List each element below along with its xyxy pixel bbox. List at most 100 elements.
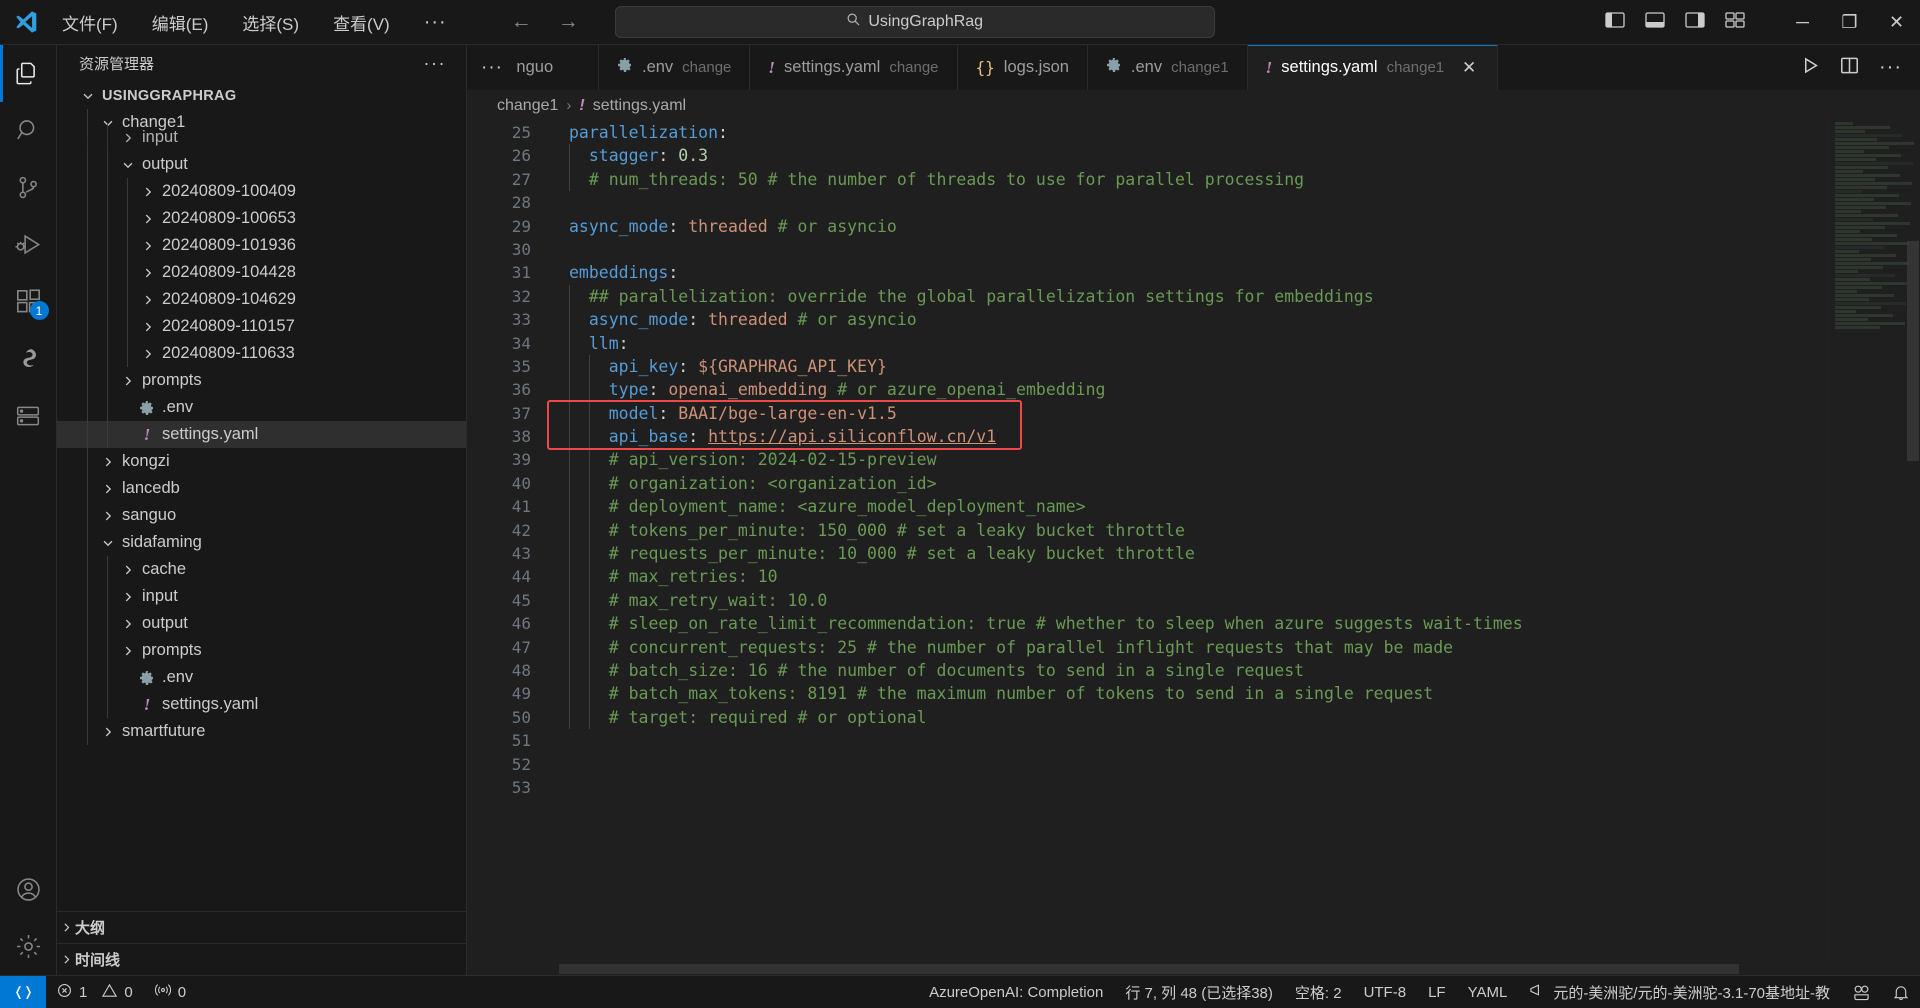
tree-item-20240809-101936[interactable]: 20240809-101936 <box>57 232 466 259</box>
language-mode-status[interactable]: YAML <box>1457 976 1519 1008</box>
code-line[interactable]: 27 # num_threads: 50 # the number of thr… <box>467 167 1828 192</box>
code-line[interactable]: 39 # api_version: 2024-02-15-preview <box>467 448 1828 472</box>
editor-more-actions-icon[interactable]: ··· <box>1879 56 1902 79</box>
activity-codegeex-icon[interactable] <box>0 330 57 387</box>
chevron-right-icon[interactable] <box>99 509 117 523</box>
tree-item-prompts[interactable]: prompts <box>57 637 466 664</box>
activity-source-control-icon[interactable] <box>0 159 57 216</box>
code-line[interactable]: 50 # target: required # or optional <box>467 705 1828 730</box>
file-tree[interactable]: USINGGRAPHRAG change1 input output 20240809-… <box>57 82 466 911</box>
editor-tab-settingsyaml-change[interactable]: ! settings.yaml change <box>750 45 958 90</box>
activity-explorer-icon[interactable] <box>0 45 57 102</box>
ports-status[interactable]: 0 <box>144 976 197 1008</box>
toggle-primary-sidebar-icon[interactable] <box>1605 11 1625 34</box>
run-file-icon[interactable] <box>1801 56 1820 80</box>
explorer-more-actions-icon[interactable]: ··· <box>424 53 446 74</box>
chevron-right-icon[interactable] <box>119 374 137 388</box>
tree-item-output[interactable]: output <box>57 610 466 637</box>
tree-item-20240809-110157[interactable]: 20240809-110157 <box>57 313 466 340</box>
menu-view[interactable]: 查看(V) <box>327 7 396 38</box>
code-line[interactable]: 40 # organization: <organization_id> <box>467 471 1828 496</box>
code-line[interactable]: 36 type: openai_embedding # or azure_ope… <box>467 378 1828 402</box>
code-line[interactable]: 25 parallelization: <box>467 121 1828 144</box>
menu-more[interactable]: ··· <box>418 11 453 34</box>
code-line[interactable]: 46 # sleep_on_rate_limit_recommendation:… <box>467 612 1828 636</box>
command-center[interactable]: UsingGraphRag <box>614 6 1215 38</box>
code-lines[interactable]: 25 parallelization: 26 stagger: 0.3 27 # nu… <box>467 121 1828 963</box>
activity-manage-settings-icon[interactable] <box>0 918 57 975</box>
minimap[interactable] <box>1828 121 1920 963</box>
tree-item-settings-yaml[interactable]: ! settings.yaml <box>57 421 466 448</box>
tree-item-20240809-100409[interactable]: 20240809-100409 <box>57 178 466 205</box>
feedback-status[interactable] <box>1841 976 1882 1008</box>
chevron-down-icon[interactable] <box>119 158 137 172</box>
tree-item-20240809-104629[interactable]: 20240809-104629 <box>57 286 466 313</box>
code-line[interactable]: 34 llm: <box>467 331 1828 355</box>
code-line[interactable]: 31 embeddings: <box>467 261 1828 284</box>
activity-accounts-icon[interactable] <box>0 861 57 918</box>
tree-item-input[interactable]: input <box>57 583 466 610</box>
close-button[interactable]: ✕ <box>1873 0 1920 45</box>
chevron-right-icon[interactable] <box>139 212 157 226</box>
split-editor-icon[interactable] <box>1840 56 1859 80</box>
chevron-right-icon[interactable] <box>99 482 117 496</box>
problems-status[interactable]: 1 0 <box>46 976 144 1008</box>
notifications-bell-icon[interactable] <box>1882 976 1920 1008</box>
code-line[interactable]: 38 api_base: https://api.siliconflow.cn/… <box>467 425 1828 449</box>
tree-item--env[interactable]: .env <box>57 394 466 421</box>
tab-close-icon[interactable]: ✕ <box>1459 58 1479 78</box>
toggle-secondary-sidebar-icon[interactable] <box>1685 11 1705 34</box>
code-line[interactable]: 53 <box>467 776 1828 799</box>
azure-openai-status[interactable]: AzureOpenAI: Completion <box>918 976 1114 1008</box>
tree-item-20240809-110633[interactable]: 20240809-110633 <box>57 340 466 367</box>
tree-item-sidafaming[interactable]: sidafaming <box>57 529 466 556</box>
editor-tab-env-change[interactable]: .env change <box>598 45 751 90</box>
code-line[interactable]: 37 model: BAAI/bge-large-en-v1.5 <box>467 401 1828 426</box>
code-line[interactable]: 42 # tokens_per_minute: 150_000 # set a … <box>467 518 1828 543</box>
remote-indicator[interactable] <box>0 975 46 1008</box>
tree-item-sanguo[interactable]: sanguo <box>57 502 466 529</box>
chevron-right-icon[interactable] <box>99 725 117 739</box>
code-editor[interactable]: 25 parallelization: 26 stagger: 0.3 27 # nu… <box>467 121 1920 963</box>
chevron-right-icon[interactable] <box>119 617 137 631</box>
menu-edit[interactable]: 编辑(E) <box>146 7 215 38</box>
customize-layout-icon[interactable] <box>1725 11 1745 34</box>
menu-file[interactable]: 文件(F) <box>56 7 124 38</box>
tree-item-20240809-100653[interactable]: 20240809-100653 <box>57 205 466 232</box>
code-line[interactable]: 45 # max_retry_wait: 10.0 <box>467 588 1828 613</box>
code-line[interactable]: 41 # deployment_name: <azure_model_deplo… <box>467 495 1828 519</box>
back-arrow-icon[interactable]: ← <box>511 10 532 34</box>
editor-tab-logsjson[interactable]: {} logs.json <box>957 45 1088 90</box>
code-line[interactable]: 51 <box>467 729 1828 752</box>
tree-item-settings-yaml[interactable]: ! settings.yaml <box>57 691 466 718</box>
code-line[interactable]: 32 ## parallelization: override the glob… <box>467 284 1828 309</box>
tree-item-lancedb[interactable]: lancedb <box>57 475 466 502</box>
code-line[interactable]: 43 # requests_per_minute: 10_000 # set a… <box>467 542 1828 566</box>
breadcrumb-folder[interactable]: change1 <box>497 97 558 115</box>
chevron-right-icon[interactable] <box>139 347 157 361</box>
chevron-right-icon[interactable] <box>139 239 157 253</box>
chevron-right-icon[interactable] <box>119 644 137 658</box>
tree-item-output[interactable]: output <box>57 151 466 178</box>
code-line[interactable]: 47 # concurrent_requests: 25 # the numbe… <box>467 635 1828 659</box>
activity-extensions-icon[interactable]: 1 <box>0 273 57 330</box>
chevron-down-icon[interactable] <box>79 89 97 103</box>
tree-item--env[interactable]: .env <box>57 664 466 691</box>
scrollbar-thumb[interactable] <box>1907 241 1919 461</box>
activity-run-debug-icon[interactable] <box>0 216 57 273</box>
encoding-status[interactable]: UTF-8 <box>1353 976 1418 1008</box>
cursor-position-status[interactable]: 行 7, 列 48 (已选择38) <box>1114 976 1284 1008</box>
chevron-down-icon[interactable] <box>99 536 117 550</box>
code-line[interactable]: 26 stagger: 0.3 <box>467 144 1828 168</box>
code-line[interactable]: 35 api_key: ${GRAPHRAG_API_KEY} <box>467 354 1828 379</box>
chevron-right-icon[interactable] <box>99 455 117 469</box>
tabs-overflow-icon[interactable]: ··· <box>467 45 517 90</box>
chevron-right-icon[interactable] <box>139 185 157 199</box>
tree-item-smartfuture[interactable]: smartfuture <box>57 718 466 745</box>
chevron-right-icon[interactable] <box>119 590 137 604</box>
hscrollbar-thumb[interactable] <box>559 964 1739 974</box>
code-line[interactable]: 29 async_mode: threaded # or asyncio <box>467 215 1828 238</box>
tree-item-kongzi[interactable]: kongzi <box>57 448 466 475</box>
menu-selection[interactable]: 选择(S) <box>236 7 305 38</box>
minimize-button[interactable]: ─ <box>1779 0 1826 45</box>
